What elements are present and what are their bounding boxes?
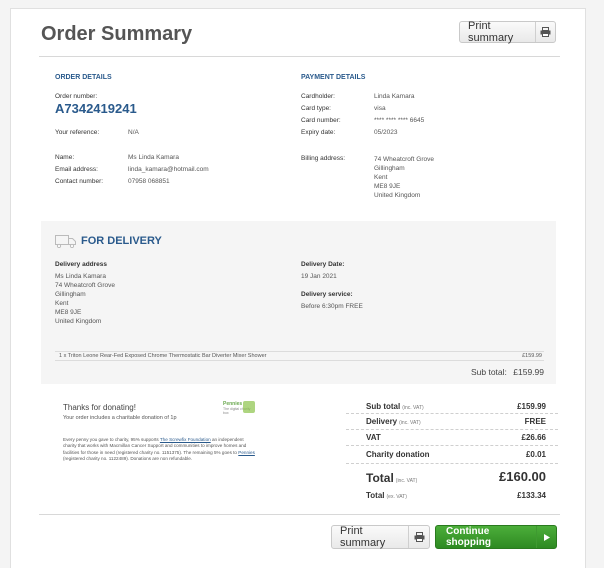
billing-line: United Kingdom: [374, 192, 421, 199]
totals-charity-value: £0.01: [525, 450, 546, 459]
billing-line: 74 Wheatcroft Grove: [374, 156, 434, 163]
continue-shopping-button[interactable]: Continue shopping: [435, 525, 557, 549]
donation-title: Thanks for donating!: [63, 403, 136, 412]
vat-note: (inc. VAT): [402, 405, 424, 411]
totals-ex-vat-label-text: Total: [366, 491, 385, 500]
cardholder-label: Cardholder:: [301, 93, 335, 100]
screwfix-foundation-link[interactable]: The Screwfix Foundation: [160, 437, 211, 442]
contact-label: Contact number:: [55, 178, 104, 185]
divider: [346, 413, 558, 414]
totals-vat-label: VAT: [366, 433, 381, 442]
arrow-right-icon: [536, 526, 556, 548]
delivery-address-line: ME8 9JE: [55, 309, 82, 316]
expiry-label: Expiry date:: [301, 129, 336, 136]
billing-label: Billing address:: [301, 155, 346, 162]
delivery-address-line: 74 Wheatcroft Grove: [55, 282, 115, 289]
card-type-value: visa: [374, 105, 386, 112]
totals-total-value: £160.00: [499, 469, 546, 484]
divider: [346, 463, 558, 464]
totals-ex-vat-label: Total (ex. VAT): [366, 491, 407, 500]
billing-line: Gillingham: [374, 165, 405, 172]
donation-text: Every penny you gave to charity, 95% sup…: [63, 437, 160, 442]
pennies-logo: Pennies The digital charity box: [223, 401, 255, 425]
print-summary-label: Print summary: [468, 20, 514, 44]
delivery-address-line: Gillingham: [55, 291, 86, 298]
order-summary-card: Order Summary Print summary ORDER DETAIL…: [10, 8, 586, 568]
billing-line: Kent: [374, 174, 388, 181]
sub-total-value: £159.99: [513, 367, 544, 377]
email-label: Email address:: [55, 166, 98, 173]
print-summary-button-bottom[interactable]: Print summary: [331, 525, 430, 549]
line-item-description: 1 x Triton Leone Rear-Fed Exposed Chrome…: [59, 353, 267, 359]
delivery-address-line: United Kingdom: [55, 318, 102, 325]
printer-icon: [534, 22, 555, 42]
totals-total-label-text: Total: [366, 471, 394, 485]
line-item-price: £159.99: [522, 353, 542, 359]
totals-ex-vat-value: £133.34: [517, 491, 546, 500]
delivery-address-line: Kent: [55, 300, 69, 307]
divider: [346, 429, 558, 430]
reference-value: N/A: [128, 129, 139, 136]
print-summary-button-top[interactable]: Print summary: [459, 20, 556, 44]
page-title: Order Summary: [41, 23, 193, 45]
billing-line: ME8 9JE: [374, 183, 401, 190]
printer-icon: [408, 526, 429, 548]
delivery-service-value: Before 6:30pm FREE: [301, 303, 363, 310]
email-value: linda_kamara@hotmail.com: [128, 166, 209, 173]
delivery-panel: FOR DELIVERY Delivery address Ms Linda K…: [41, 221, 556, 384]
name-label: Name:: [55, 154, 75, 161]
vat-note: (inc. VAT): [399, 420, 421, 426]
van-icon: [55, 235, 77, 253]
vat-note: (inc. VAT): [395, 478, 418, 484]
divider: [39, 514, 560, 515]
totals-total-label: Total (inc. VAT): [366, 471, 417, 485]
card-number-value: **** **** **** 6645: [374, 117, 425, 124]
sub-total-row: Sub total: £159.99: [471, 367, 544, 377]
totals-delivery-label-text: Delivery: [366, 417, 398, 426]
divider: [346, 445, 558, 446]
contact-value: 07958 068851: [128, 178, 170, 185]
continue-shopping-label: Continue shopping: [446, 526, 491, 548]
order-details-heading: ORDER DETAILS: [55, 74, 112, 81]
pennies-link[interactable]: Pennies: [238, 450, 255, 455]
totals-delivery-value: FREE: [524, 417, 546, 426]
card-number-label: Card number:: [301, 117, 341, 124]
donation-body: Every penny you gave to charity, 95% sup…: [63, 437, 255, 463]
totals-subtotal-value: £159.99: [517, 402, 546, 411]
delivery-service-label: Delivery service:: [301, 291, 353, 298]
delivery-date-value: 19 Jan 2021: [301, 273, 337, 280]
totals-vat-value: £26.66: [521, 433, 546, 442]
name-value: Ms Linda Kamara: [128, 154, 179, 161]
order-number: A7342419241: [55, 101, 137, 116]
line-item-row: 1 x Triton Leone Rear-Fed Exposed Chrome…: [55, 351, 544, 361]
donation-text: (registered charity no. 1122489). Donati…: [63, 456, 193, 462]
order-number-label: Order number:: [55, 93, 98, 100]
totals-subtotal-label: Sub total (inc. VAT): [366, 402, 424, 411]
totals-subtotal-label-text: Sub total: [366, 402, 401, 411]
cardholder-value: Linda Kamara: [374, 93, 415, 100]
sub-total-label: Sub total:: [470, 367, 507, 377]
payment-details-heading: PAYMENT DETAILS: [301, 74, 366, 81]
totals-delivery-label: Delivery (inc. VAT): [366, 417, 421, 426]
donation-amount-text: Your order includes a charitable donatio…: [63, 415, 177, 421]
totals-charity-label: Charity donation: [366, 450, 430, 459]
for-delivery-heading: FOR DELIVERY: [81, 235, 162, 247]
expiry-value: 05/2023: [374, 129, 398, 136]
delivery-address-line: Ms Linda Kamara: [55, 273, 106, 280]
delivery-address: Ms Linda Kamara 74 Wheatcroft Grove Gill…: [55, 272, 115, 326]
print-summary-label: Print summary: [340, 525, 386, 549]
delivery-address-label: Delivery address: [55, 261, 108, 268]
card-type-label: Card type:: [301, 105, 331, 112]
delivery-date-label: Delivery Date:: [301, 261, 345, 268]
ex-vat-note: (ex. VAT): [386, 494, 407, 500]
pennies-logo-mark: [243, 401, 255, 413]
divider: [39, 56, 560, 57]
billing-address: 74 Wheatcroft Grove Gillingham Kent ME8 …: [374, 155, 434, 200]
reference-label: Your reference:: [55, 129, 100, 136]
